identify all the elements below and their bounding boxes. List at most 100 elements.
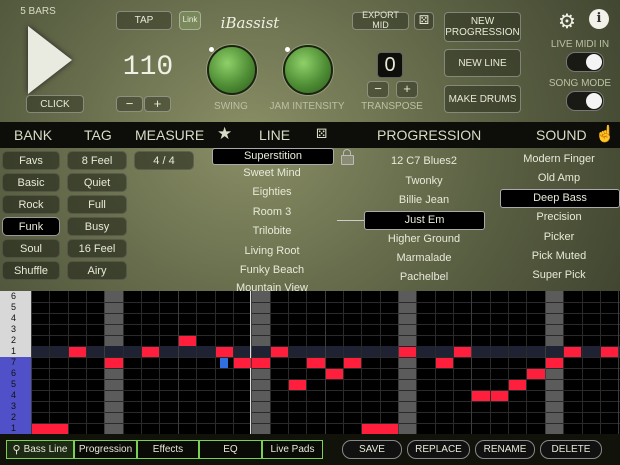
note-cell[interactable] (233, 358, 252, 368)
note-cell[interactable] (435, 358, 454, 368)
delete-button[interactable]: DELETE (540, 440, 602, 459)
note-cell[interactable] (325, 369, 343, 379)
swing-knob[interactable] (207, 45, 257, 95)
grid-col-line (214, 291, 216, 434)
note-cell[interactable] (509, 380, 527, 390)
note-cell[interactable] (50, 424, 68, 434)
tab-progression[interactable]: Progression (74, 440, 137, 459)
tag-item[interactable]: Busy (67, 217, 127, 236)
gear-icon[interactable]: ⚙ (558, 9, 576, 34)
tap-button[interactable]: TAP (116, 11, 172, 30)
note-cell[interactable] (600, 347, 619, 357)
note-cell[interactable] (288, 380, 307, 390)
note-cell[interactable] (399, 347, 417, 357)
line-item[interactable]: Sweet Mind (212, 167, 332, 179)
progression-item[interactable]: Pachelbel (365, 271, 483, 283)
info-icon[interactable]: i (589, 9, 609, 29)
line-item[interactable]: Superstition (212, 148, 334, 165)
bank-item-funk[interactable]: Funk (2, 217, 60, 236)
transpose-minus-button[interactable]: − (367, 81, 389, 98)
grid-col-line (581, 291, 583, 434)
note-cell[interactable] (490, 391, 509, 401)
line-item[interactable]: Mountain View (212, 282, 332, 291)
line-item[interactable]: Living Root (212, 245, 332, 257)
tab-effects[interactable]: Effects (137, 440, 199, 459)
tag-item[interactable]: Airy (67, 261, 127, 280)
line-item[interactable]: Trilobite (212, 225, 332, 237)
sound-item[interactable]: Deep Bass (500, 189, 620, 208)
grid-col-line (196, 291, 198, 434)
tag-item[interactable]: Full (67, 195, 127, 214)
new-progression-button[interactable]: NEW PROGRESSION (444, 12, 521, 42)
note-cell[interactable] (527, 369, 545, 379)
grid-col-line (563, 291, 565, 434)
replace-button[interactable]: REPLACE (407, 440, 470, 459)
bank-item-basic[interactable]: Basic (2, 173, 60, 192)
jam-intensity-knob[interactable] (283, 45, 333, 95)
dice-icon[interactable]: ⚄ (316, 126, 327, 142)
line-item[interactable]: Funky Beach (212, 264, 332, 276)
note-cell[interactable] (545, 358, 564, 368)
note-cell[interactable] (564, 347, 582, 357)
grid-col-line (67, 291, 69, 434)
grid-col-line (416, 291, 418, 434)
bank-item-shuffle[interactable]: Shuffle (2, 261, 60, 280)
note-cell[interactable] (252, 358, 270, 368)
note-cell[interactable] (105, 358, 123, 368)
bank-item-rock[interactable]: Rock (2, 195, 60, 214)
tag-item[interactable]: 16 Feel (67, 239, 127, 258)
progression-item[interactable]: Twonky (365, 175, 483, 187)
tab-bass-line[interactable]: ⚲ Bass Line (6, 440, 74, 459)
selected-note-cell[interactable] (219, 358, 228, 368)
sound-item[interactable]: Old Amp (500, 172, 618, 184)
tempo-plus-button[interactable]: + (144, 96, 171, 112)
tag-item[interactable]: 8 Feel (67, 151, 127, 170)
note-cell[interactable] (343, 358, 362, 368)
note-cell[interactable] (362, 424, 398, 434)
measure-item[interactable]: 4 / 4 (134, 151, 194, 170)
note-cell[interactable] (178, 336, 197, 346)
note-cell[interactable] (142, 347, 160, 357)
bank-item-soul[interactable]: Soul (2, 239, 60, 258)
hand-icon[interactable]: ☝ (595, 124, 615, 144)
note-cell[interactable] (215, 347, 233, 357)
make-drums-button[interactable]: MAKE DRUMS (444, 85, 521, 113)
live-midi-toggle[interactable] (566, 52, 604, 72)
sound-item[interactable]: Super Pick (500, 269, 618, 281)
save-button[interactable]: SAVE (342, 440, 402, 459)
play-button[interactable] (28, 26, 72, 94)
tempo-minus-button[interactable]: − (116, 96, 143, 112)
dice-icon[interactable]: ⚄ (414, 12, 434, 30)
tempo-display[interactable]: 110 (118, 52, 178, 83)
note-grid[interactable]: 6543217654321 (0, 291, 620, 434)
export-midi-button[interactable]: EXPORT MID (352, 10, 409, 30)
sound-item[interactable]: Modern Finger (500, 153, 618, 165)
line-item[interactable]: Room 3 (212, 206, 332, 218)
bank-item-favs[interactable]: Favs (2, 151, 60, 170)
progression-item[interactable]: Billie Jean (365, 194, 483, 206)
note-cell[interactable] (270, 347, 288, 357)
sound-item[interactable]: Picker (500, 231, 618, 243)
tab-live-pads[interactable]: Live Pads (262, 440, 323, 459)
note-cell[interactable] (454, 347, 472, 357)
new-line-button[interactable]: NEW LINE (444, 49, 521, 77)
progression-item[interactable]: Marmalade (365, 252, 483, 264)
tab-eq[interactable]: EQ (199, 440, 262, 459)
star-icon[interactable]: ★ (217, 124, 232, 144)
progression-item[interactable]: Higher Ground (365, 233, 483, 245)
lock-icon[interactable] (341, 155, 354, 165)
transpose-plus-button[interactable]: + (396, 81, 418, 98)
note-cell[interactable] (307, 358, 325, 368)
rename-button[interactable]: RENAME (475, 440, 535, 459)
click-button[interactable]: CLICK (26, 95, 84, 113)
song-mode-toggle[interactable] (566, 91, 604, 111)
line-item[interactable]: Eighties (212, 186, 332, 198)
link-button[interactable]: Link (179, 11, 201, 30)
note-cell[interactable] (68, 347, 87, 357)
note-cell[interactable] (472, 391, 490, 401)
progression-item[interactable]: Just Em (364, 211, 485, 230)
sound-item[interactable]: Pick Muted (500, 250, 618, 262)
sound-item[interactable]: Precision (500, 211, 618, 223)
tag-item[interactable]: Quiet (67, 173, 127, 192)
progression-item[interactable]: 12 C7 Blues2 (365, 155, 483, 167)
